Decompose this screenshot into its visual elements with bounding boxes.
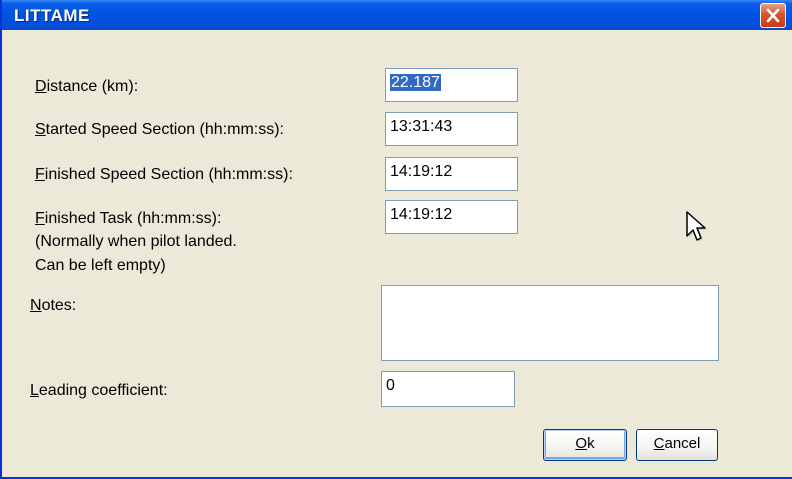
- finished-speed-value: 14:19:12: [390, 163, 453, 180]
- distance-input[interactable]: 22.187: [385, 68, 518, 102]
- notes-label-accel: N: [30, 297, 42, 314]
- started-speed-input[interactable]: 13:31:43: [385, 112, 518, 146]
- close-icon: [766, 8, 780, 23]
- finished-speed-label: Finished Speed Section (hh:mm:ss):: [35, 166, 293, 183]
- finished-task-label: Finished Task (hh:mm:ss):: [35, 210, 221, 227]
- distance-label: Distance (km):: [35, 78, 138, 95]
- distance-value: 22.187: [390, 74, 441, 91]
- cancel-button-label: ancel: [664, 435, 701, 452]
- finished-speed-label-text: inished Speed Section (hh:mm:ss):: [44, 166, 293, 183]
- leading-coefficient-label: Leading coefficient:: [30, 382, 168, 399]
- finished-task-value: 14:19:12: [390, 206, 453, 223]
- finished-task-hint-line2: Can be left empty): [35, 257, 166, 274]
- leading-coefficient-label-text: eading coefficient:: [38, 382, 168, 399]
- notes-label: Notes:: [30, 297, 76, 314]
- finished-task-label-text: inished Task (hh:mm:ss):: [44, 210, 222, 227]
- ok-button-accel: O: [575, 435, 588, 452]
- leading-coefficient-label-accel: L: [30, 382, 39, 399]
- close-button[interactable]: [760, 3, 786, 28]
- window-title: LITTAME: [14, 6, 90, 25]
- title-bar[interactable]: LITTAME: [2, 0, 792, 30]
- ok-button-label: k: [587, 435, 595, 452]
- mouse-pointer-icon: [686, 211, 707, 242]
- leading-coefficient-input[interactable]: 0: [381, 371, 515, 407]
- started-speed-value: 13:31:43: [390, 118, 453, 135]
- finished-speed-input[interactable]: 14:19:12: [385, 157, 518, 191]
- leading-coefficient-value: 0: [386, 377, 395, 394]
- finished-task-hint-line1: (Normally when pilot landed.: [35, 233, 237, 250]
- finished-speed-label-accel: F: [35, 166, 45, 183]
- cancel-button-accel: C: [653, 435, 665, 452]
- cancel-button[interactable]: Cancel: [636, 429, 718, 461]
- started-speed-label-text: tarted Speed Section (hh:mm:ss):: [45, 121, 284, 138]
- started-speed-label-accel: S: [35, 121, 46, 138]
- distance-label-accel: D: [35, 78, 47, 95]
- distance-label-text: istance (km):: [46, 78, 139, 95]
- dialog-window: LITTAME Distance (km): 22.187 Started Sp…: [0, 0, 792, 479]
- ok-button[interactable]: Ok: [543, 429, 627, 461]
- notes-label-text: otes:: [41, 297, 77, 314]
- finished-task-input[interactable]: 14:19:12: [385, 200, 518, 234]
- notes-textarea[interactable]: [381, 285, 719, 361]
- started-speed-label: Started Speed Section (hh:mm:ss):: [35, 121, 284, 138]
- finished-task-label-accel: F: [35, 210, 45, 227]
